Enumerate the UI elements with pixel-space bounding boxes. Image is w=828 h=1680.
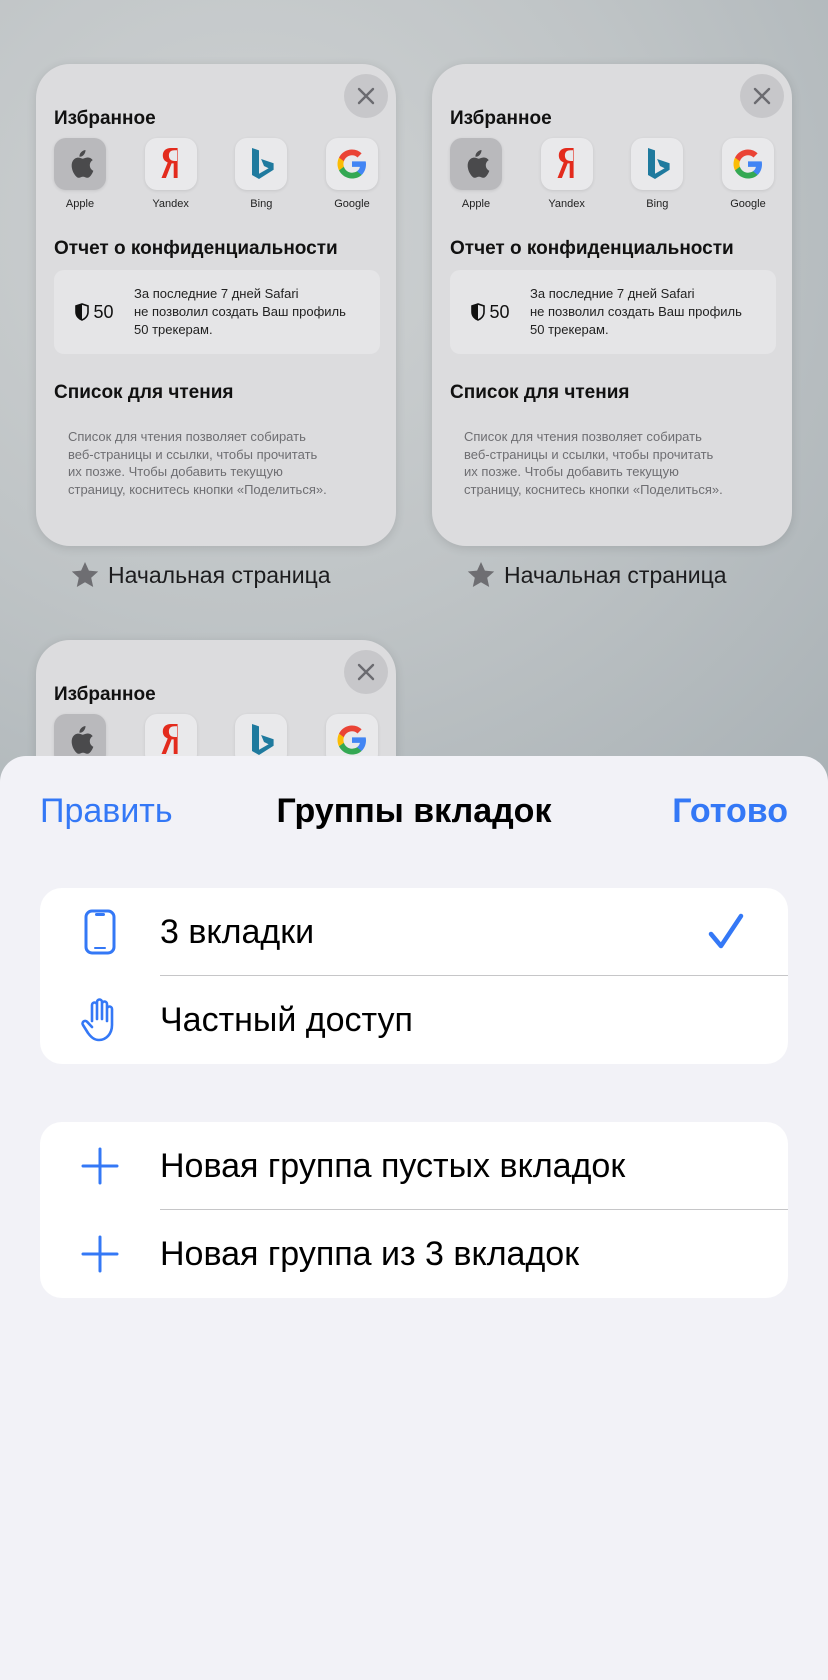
favorites-row: Apple Yandex Bing Google <box>446 138 778 210</box>
favorite-google[interactable]: Google <box>322 138 382 210</box>
favorite-apple[interactable]: Apple <box>50 138 110 210</box>
yandex-icon <box>144 138 197 190</box>
close-tab-button[interactable] <box>344 74 388 118</box>
favorite-yandex[interactable]: Yandex <box>537 138 597 210</box>
tab-group-actions: Новая группа пустых вкладок Новая группа… <box>40 1122 788 1298</box>
favorites-title: Избранное <box>54 684 156 705</box>
tab-title[interactable]: Начальная страница <box>466 560 727 590</box>
tab-card[interactable]: Избранное Apple Yandex Bing Google Отчет… <box>36 64 396 546</box>
tab-card[interactable]: Избранное Apple Yandex Bing Google Отчет… <box>432 64 792 546</box>
favorite-label: Bing <box>250 198 273 210</box>
favorite-label: Google <box>730 198 766 210</box>
close-icon <box>753 87 771 105</box>
apple-icon <box>450 138 502 190</box>
done-button[interactable]: Готово <box>672 792 788 831</box>
favorite-google[interactable]: Google <box>718 138 778 210</box>
hand-icon <box>40 997 160 1043</box>
new-group-from-tabs-row[interactable]: Новая группа из 3 вкладок <box>40 1210 788 1298</box>
tab-title[interactable]: Начальная страница <box>70 560 331 590</box>
yandex-icon <box>540 138 593 190</box>
new-empty-group-row[interactable]: Новая группа пустых вкладок <box>40 1122 788 1210</box>
privacy-count-value: 50 <box>93 301 114 322</box>
action-label: Новая группа пустых вкладок <box>160 1146 626 1185</box>
star-icon <box>467 562 495 587</box>
group-row-tabs[interactable]: 3 вкладки <box>40 888 788 976</box>
privacy-report-box[interactable]: 50 За последние 7 дней Safari не позволи… <box>54 270 380 354</box>
google-icon <box>721 138 774 190</box>
reading-list-text: Список для чтения позволяет собирать веб… <box>464 429 723 497</box>
favorite-label: Yandex <box>152 198 189 210</box>
privacy-text: За последние 7 дней Safari не позволил с… <box>134 286 346 337</box>
close-tab-button[interactable] <box>740 74 784 118</box>
close-tab-button[interactable] <box>344 650 388 694</box>
star-icon <box>71 562 99 587</box>
favorite-label: Yandex <box>548 198 585 210</box>
checkmark-icon <box>708 913 744 949</box>
plus-icon <box>40 1235 160 1273</box>
privacy-report-box[interactable]: 50 За последние 7 дней Safari не позволи… <box>450 270 776 354</box>
phone-icon <box>40 909 160 955</box>
tab-groups-list: 3 вкладки Частный доступ <box>40 888 788 1064</box>
favorite-bing[interactable]: Bing <box>627 138 687 210</box>
privacy-count: 50 <box>54 302 134 323</box>
reading-list-title: Список для чтения <box>450 382 630 403</box>
reading-list-text: Список для чтения позволяет собирать веб… <box>68 429 327 497</box>
group-label: 3 вкладки <box>160 912 315 951</box>
bing-icon <box>235 138 288 190</box>
favorite-label: Google <box>334 198 370 210</box>
group-row-private[interactable]: Частный доступ <box>40 976 788 1064</box>
favorites-row: Apple Yandex Bing Google <box>50 138 382 210</box>
favorite-yandex[interactable]: Yandex <box>141 138 201 210</box>
close-icon <box>357 663 375 681</box>
google-icon <box>325 138 378 190</box>
privacy-report-title: Отчет о конфиденциальности <box>54 238 338 259</box>
group-label: Частный доступ <box>160 1000 413 1039</box>
plus-icon <box>40 1147 160 1185</box>
tab-title-label: Начальная страница <box>108 561 331 588</box>
shield-icon <box>75 303 90 321</box>
close-icon <box>357 87 375 105</box>
apple-icon <box>54 138 106 190</box>
privacy-count-value: 50 <box>489 301 510 322</box>
favorite-bing[interactable]: Bing <box>231 138 291 210</box>
favorites-title: Избранное <box>54 108 156 129</box>
privacy-text: За последние 7 дней Safari не позволил с… <box>530 286 742 337</box>
action-label: Новая группа из 3 вкладок <box>160 1234 580 1273</box>
tab-title-label: Начальная страница <box>504 561 727 588</box>
favorites-title: Избранное <box>450 108 552 129</box>
privacy-report-title: Отчет о конфиденциальности <box>450 238 734 259</box>
favorite-apple[interactable]: Apple <box>446 138 506 210</box>
edit-button[interactable]: Править <box>40 792 173 831</box>
favorite-label: Apple <box>65 198 95 210</box>
privacy-count: 50 <box>450 302 530 323</box>
bing-icon <box>631 138 684 190</box>
favorite-label: Apple <box>461 198 491 210</box>
tab-groups-sheet: Править Группы вкладок Готово 3 вкладки … <box>0 756 828 1680</box>
shield-icon <box>471 303 486 321</box>
reading-list-title: Список для чтения <box>54 382 234 403</box>
favorite-label: Bing <box>646 198 669 210</box>
